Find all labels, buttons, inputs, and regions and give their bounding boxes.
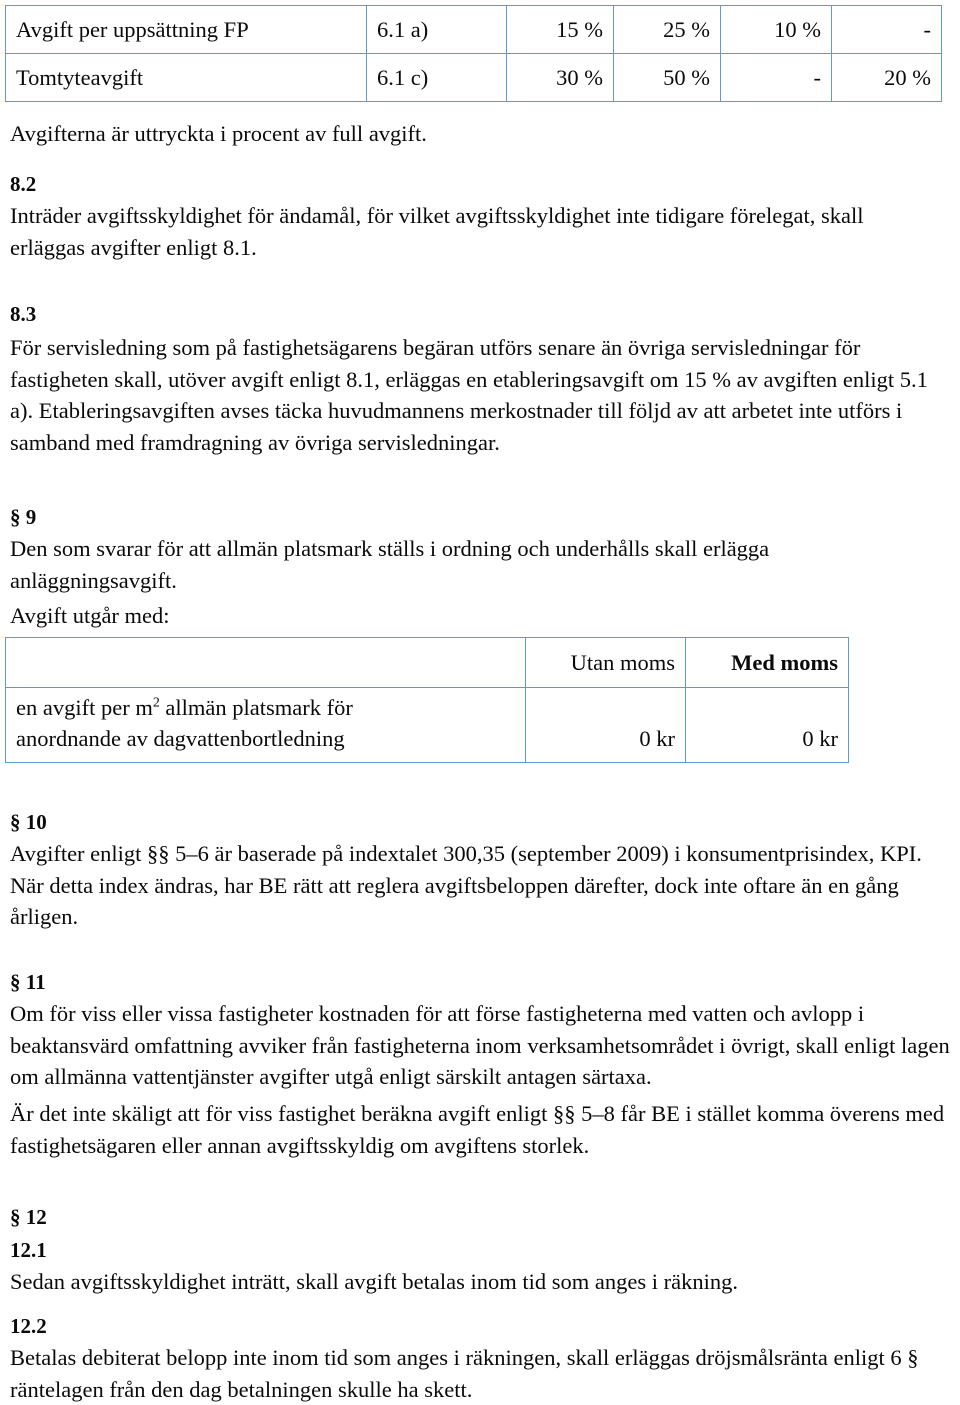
charge-table-header-row: Utan moms Med moms (5, 637, 849, 688)
fees-row-reference: 6.1 c) (366, 53, 507, 102)
section-12-1-heading: 12.1 (10, 1238, 47, 1262)
fees-table: Avgift per uppsättning FP 6.1 a) 15 % 25… (5, 5, 942, 102)
fees-row-label: Tomtyteavgift (5, 53, 367, 102)
charge-row-description: en avgift per m2 allmän platsmark för an… (5, 687, 526, 763)
charge-header-with-vat: Med moms (685, 637, 849, 688)
charge-desc-line1-pre: en avgift per m (16, 695, 153, 720)
charge-row-without-vat: 0 kr (525, 687, 686, 763)
table-row: Avgift per uppsättning FP 6.1 a) 15 % 25… (5, 5, 942, 54)
fees-table-note: Avgifterna är uttryckta i procent av ful… (10, 121, 427, 146)
section-8-3-body: För servisledning som på fastighetsägare… (10, 335, 928, 455)
section-12-heading: § 12 (10, 1205, 47, 1229)
document-page: Avgift per uppsättning FP 6.1 a) 15 % 25… (0, 0, 960, 1405)
charge-header-blank (5, 637, 526, 688)
section-12-2-body: Betalas debiterat belopp inte inom tid s… (10, 1345, 919, 1402)
fees-row-value-2: 50 % (613, 53, 721, 102)
section-9-body: Den som svarar för att allmän platsmark … (10, 536, 770, 593)
fees-row-value-4: - (831, 5, 942, 54)
section-11-body-1: Om för viss eller vissa fastigheter kost… (10, 1001, 950, 1089)
table-row: en avgift per m2 allmän platsmark för an… (5, 687, 849, 763)
section-10-body: Avgifter enligt §§ 5–6 är baserade på in… (10, 841, 922, 929)
charge-desc-superscript: 2 (152, 695, 160, 711)
fees-row-value-3: - (720, 53, 832, 102)
section-11-body-2: Är det inte skäligt att för viss fastigh… (10, 1101, 945, 1158)
fees-row-value-3: 10 % (720, 5, 832, 54)
fees-row-reference: 6.1 a) (366, 5, 507, 54)
fees-row-value-1: 15 % (506, 5, 614, 54)
section-8-3-heading: 8.3 (10, 302, 37, 326)
section-12-1-body: Sedan avgiftsskyldighet inträtt, skall a… (10, 1269, 738, 1294)
section-9-heading: § 9 (10, 505, 37, 529)
fees-row-value-4: 20 % (831, 53, 942, 102)
charge-desc-line1-post: allmän platsmark för (159, 695, 353, 720)
table-row: Tomtyteavgift 6.1 c) 30 % 50 % - 20 % (5, 53, 942, 102)
fees-row-value-2: 25 % (613, 5, 721, 54)
charge-desc-line2: anordnande av dagvattenbortledning (16, 726, 345, 751)
charge-header-without-vat: Utan moms (525, 637, 686, 688)
section-9-lead-in: Avgift utgår med: (10, 603, 170, 628)
charge-row-with-vat: 0 kr (685, 687, 849, 763)
section-8-2-heading: 8.2 (10, 172, 37, 196)
section-12-2-heading: 12.2 (10, 1314, 47, 1338)
section-10-heading: § 10 (10, 810, 47, 834)
section-11-heading: § 11 (10, 970, 46, 994)
fees-row-value-1: 30 % (506, 53, 614, 102)
section-8-2-body: Inträder avgiftsskyldighet för ändamål, … (10, 203, 864, 260)
fees-row-label: Avgift per uppsättning FP (5, 5, 367, 54)
charge-table: Utan moms Med moms en avgift per m2 allm… (5, 637, 849, 763)
